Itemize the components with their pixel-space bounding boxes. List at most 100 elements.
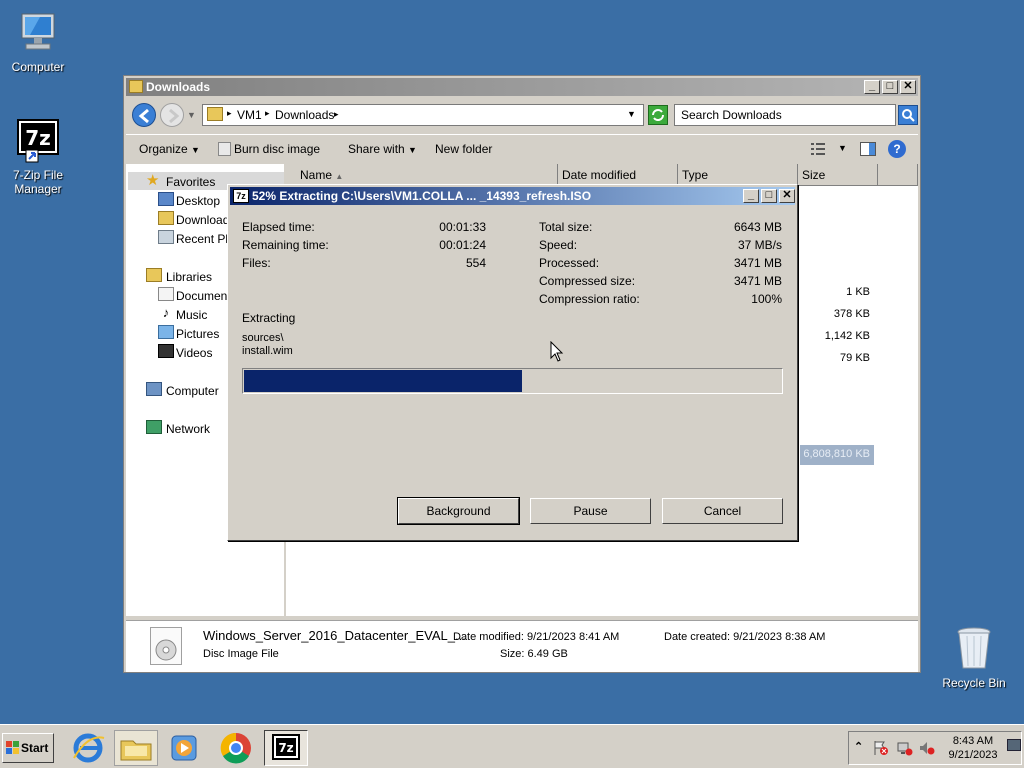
7zip-taskbar-button[interactable]: 7z xyxy=(264,730,308,766)
processed-label: Processed: xyxy=(539,256,600,270)
nav-computer[interactable]: Computer xyxy=(166,384,219,398)
history-dropdown-icon[interactable]: ▼ xyxy=(187,110,196,120)
media-player-icon xyxy=(171,735,197,761)
extraction-progress-bar xyxy=(242,368,783,394)
nav-desktop[interactable]: Desktop xyxy=(176,194,220,208)
column-header-date[interactable]: Date modified xyxy=(558,164,678,186)
details-pane: Windows_Server_2016_Datacenter_EVAL_... … xyxy=(126,620,918,672)
nav-videos[interactable]: Videos xyxy=(176,346,212,360)
view-options-icon[interactable] xyxy=(810,142,826,156)
current-file: install.wim xyxy=(242,345,293,357)
speed-value: 37 MB/s xyxy=(737,238,782,252)
burn-disc-image-button[interactable]: Burn disc image xyxy=(234,142,320,156)
chrome-taskbar-button[interactable] xyxy=(214,730,258,766)
forward-button[interactable] xyxy=(160,103,184,127)
address-bar-row: ▼ ▸ VM1 ▸ Downloads ▸ ▼ Search Downloads xyxy=(126,98,918,132)
start-button[interactable]: Start xyxy=(2,733,54,763)
back-button[interactable] xyxy=(132,103,156,127)
action-center-flag-icon[interactable] xyxy=(873,740,889,756)
videos-icon xyxy=(158,344,174,358)
computer-icon xyxy=(14,8,62,56)
file-size: 79 KB xyxy=(840,352,870,364)
dialog-maximize-button[interactable]: □ xyxy=(761,189,777,203)
media-player-taskbar-button[interactable] xyxy=(162,730,206,766)
elapsed-time-label: Elapsed time: xyxy=(242,220,315,234)
column-header-size[interactable]: Size xyxy=(798,164,878,186)
chevron-right-icon: ▸ xyxy=(334,109,339,119)
close-button[interactable]: ✕ xyxy=(900,80,916,94)
nav-pictures[interactable]: Pictures xyxy=(176,327,219,341)
minimize-button[interactable]: _ xyxy=(864,80,880,94)
view-dropdown-icon[interactable]: ▼ xyxy=(838,143,847,153)
dialog-minimize-button[interactable]: _ xyxy=(743,189,759,203)
search-input[interactable]: Search Downloads xyxy=(674,104,896,126)
details-filetype: Disc Image File xyxy=(203,648,279,660)
documents-icon xyxy=(158,287,174,301)
desktop-icon-label: Computer xyxy=(11,60,65,74)
processed-value: 3471 MB xyxy=(733,256,782,270)
maximize-button[interactable]: □ xyxy=(882,80,898,94)
clock[interactable]: 8:43 AM 9/21/2023 xyxy=(943,734,1003,762)
organize-button[interactable]: Organize ▼ xyxy=(139,142,200,157)
breadcrumb-downloads[interactable]: Downloads xyxy=(275,108,334,122)
dialog-titlebar[interactable]: 7z 52% Extracting C:\Users\VM1.COLLA ...… xyxy=(230,187,795,205)
current-directory: sources\ xyxy=(242,332,284,344)
svg-text:7z: 7z xyxy=(278,741,293,755)
back-arrow-icon xyxy=(138,108,149,124)
column-header-type[interactable]: Type xyxy=(678,164,798,186)
desktop-icon-7zip[interactable]: 7z 7-Zip File Manager xyxy=(0,116,76,196)
desktop-icon-label: 7-Zip File Manager xyxy=(12,168,63,196)
share-with-button[interactable]: Share with ▼ xyxy=(348,142,417,157)
details-filename: Windows_Server_2016_Datacenter_EVAL_... xyxy=(203,628,466,643)
address-box[interactable]: ▸ VM1 ▸ Downloads ▸ ▼ xyxy=(202,104,644,126)
command-bar: Organize ▼ Burn disc image Share with ▼ … xyxy=(126,134,918,162)
desktop-icon-recycle-bin[interactable]: Recycle Bin xyxy=(936,624,1012,690)
breadcrumb-vm1[interactable]: VM1 xyxy=(237,108,262,122)
details-date-created: Date created: 9/21/2023 8:38 AM xyxy=(664,631,826,643)
folder-icon xyxy=(120,740,152,761)
network-status-icon[interactable] xyxy=(897,740,913,756)
nav-libraries[interactable]: Libraries xyxy=(166,270,212,284)
chevron-right-icon: ▸ xyxy=(265,108,270,118)
system-tray: ⌃ 8:43 AM 9/21/2023 xyxy=(848,731,1022,765)
extraction-progress-dialog: 7z 52% Extracting C:\Users\VM1.COLLA ...… xyxy=(227,184,798,541)
preview-pane-icon[interactable] xyxy=(860,142,876,156)
music-icon: ♪ xyxy=(162,305,170,320)
internet-explorer-taskbar-button[interactable] xyxy=(66,730,110,766)
compressed-size-label: Compressed size: xyxy=(539,274,636,288)
search-button[interactable] xyxy=(898,105,918,125)
windows-flag-icon xyxy=(6,741,19,754)
file-size: 6,808,810 KB xyxy=(803,448,870,460)
compression-ratio-value: 100% xyxy=(751,292,782,306)
speed-label: Speed: xyxy=(539,238,578,252)
explorer-titlebar[interactable]: Downloads _ □ ✕ xyxy=(126,78,918,96)
search-placeholder: Search Downloads xyxy=(681,108,782,122)
nav-favorites[interactable]: Favorites xyxy=(166,175,215,189)
disc-icon xyxy=(218,142,231,156)
internet-explorer-icon xyxy=(73,733,105,763)
show-hidden-icons-icon[interactable]: ⌃ xyxy=(854,740,863,753)
desktop-icon-computer[interactable]: Computer xyxy=(0,8,76,74)
refresh-button[interactable] xyxy=(648,105,668,125)
volume-muted-icon[interactable] xyxy=(919,740,935,756)
new-folder-button[interactable]: New folder xyxy=(435,142,492,156)
cancel-button[interactable]: Cancel xyxy=(662,498,783,524)
chevron-right-icon: ▸ xyxy=(227,108,232,118)
refresh-icon xyxy=(652,109,664,121)
start-label: Start xyxy=(21,741,49,755)
files-value: 554 xyxy=(465,256,486,270)
total-size-label: Total size: xyxy=(539,220,593,234)
clock-date: 9/21/2023 xyxy=(948,749,998,761)
address-dropdown-icon[interactable]: ▼ xyxy=(627,109,636,119)
monitor-icon[interactable] xyxy=(1007,739,1021,751)
background-button[interactable]: Background xyxy=(397,497,520,525)
nav-music[interactable]: Music xyxy=(176,308,207,322)
column-header-name[interactable]: Name ▲ xyxy=(286,164,558,186)
recent-places-icon xyxy=(158,230,174,244)
nav-network[interactable]: Network xyxy=(166,422,210,436)
explorer-taskbar-button[interactable] xyxy=(114,730,158,766)
pause-button[interactable]: Pause xyxy=(530,498,651,524)
help-icon[interactable]: ? xyxy=(888,140,906,158)
window-title: Downloads xyxy=(146,80,211,94)
dialog-close-button[interactable]: ✕ xyxy=(779,189,795,203)
